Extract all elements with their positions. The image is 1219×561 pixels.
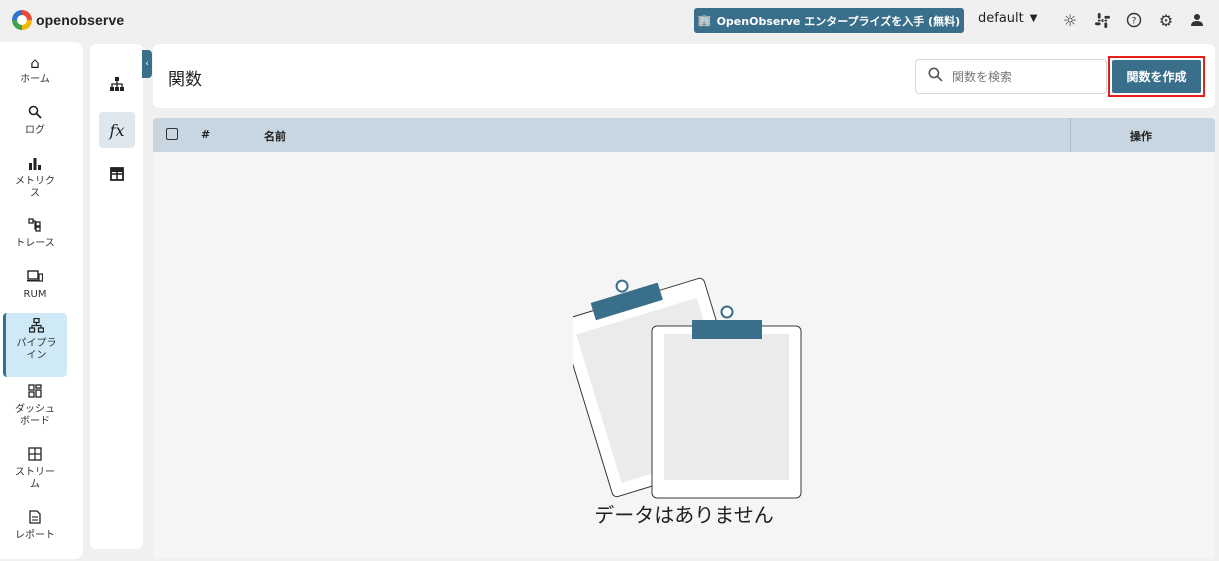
slack-icon[interactable] [1092,10,1112,30]
enterprise-label: OpenObserve エンタープライズを入手 (無料) [716,14,961,28]
top-bar: openobserve 🏢 OpenObserve エンタープライズを入手 (無… [0,0,1219,40]
settings-icon[interactable]: ⚙ [1156,10,1176,30]
left-navigation: ⌂ ホーム ログ メトリクス トレース RUM パイプライン ダッシュボード ス… [0,42,83,559]
nav-item-streams[interactable]: ストリーム [3,447,67,491]
table-icon[interactable] [99,156,135,192]
get-enterprise-button[interactable]: 🏢 OpenObserve エンタープライズを入手 (無料) [694,8,964,33]
page-header: 関数 関数を作成 [153,44,1215,108]
nav-item-home[interactable]: ⌂ ホーム [3,54,67,86]
stream-icon [28,447,42,465]
select-all-checkbox[interactable] [166,128,178,140]
search-input[interactable] [952,69,1082,84]
nav-label: RUM [23,289,47,300]
create-function-button[interactable]: 関数を作成 [1112,60,1201,93]
trace-icon [28,218,42,236]
nav-item-dashboards[interactable]: ダッシュボード [3,384,67,428]
search-icon [28,105,42,123]
caret-down-icon: ▼ [1029,13,1038,24]
empty-state-text: データはありません [594,503,774,527]
search-icon [928,67,943,86]
org-name: default [978,11,1024,26]
functions-table: # 名前 操作 データはありません [153,118,1215,558]
nav-item-pipelines[interactable]: パイプライン [3,313,67,377]
nav-label: ホーム [20,74,50,85]
devices-icon [27,269,44,287]
chevron-left-icon: ‹ [145,59,149,69]
nav-label: トレース [15,238,55,249]
svg-text:?: ? [1132,17,1137,27]
column-divider [1070,118,1071,152]
nav-item-rum[interactable]: RUM [3,269,67,301]
table-header: # 名前 操作 [153,118,1215,152]
nav-label: レポート [15,530,55,541]
column-name[interactable]: 名前 [264,128,286,144]
create-function-highlight: 関数を作成 [1108,56,1205,97]
function-glyph: fx [109,120,125,140]
bar-chart-icon [28,156,42,174]
nav-item-traces[interactable]: トレース [3,218,67,250]
openobserve-logo-icon [12,10,32,30]
hierarchy-icon[interactable] [99,66,135,102]
function-icon[interactable]: fx [99,112,135,148]
nav-label: ストリーム [15,467,55,490]
logo[interactable]: openobserve [12,10,124,30]
nav-label: ログ [25,125,45,136]
nav-label: メトリクス [15,176,55,199]
pipeline-subnav: fx [90,44,143,549]
nav-label: パイプライン [16,338,57,361]
logo-text: openobserve [36,12,125,28]
nav-label: ダッシュボード [15,404,55,427]
empty-clipboard-illustration [573,277,802,499]
collapse-sidebar-button[interactable]: ‹ [142,50,152,78]
search-function-field[interactable] [915,59,1107,94]
org-selector[interactable]: default ▼ [978,11,1037,26]
column-actions: 操作 [1130,130,1152,143]
nav-item-metrics[interactable]: メトリクス [3,156,67,200]
dashboard-icon [28,384,42,402]
user-icon[interactable] [1187,10,1207,30]
pipeline-icon [28,317,45,336]
help-icon[interactable]: ? [1124,10,1144,30]
column-index[interactable]: # [201,128,210,141]
report-icon [29,510,41,528]
sun-icon[interactable]: ☼ [1060,10,1080,30]
nav-item-logs[interactable]: ログ [3,105,67,137]
enterprise-icon: 🏢 [697,14,712,27]
home-icon: ⌂ [30,54,40,72]
page-title: 関数 [168,70,202,90]
nav-item-reports[interactable]: レポート [3,510,67,542]
